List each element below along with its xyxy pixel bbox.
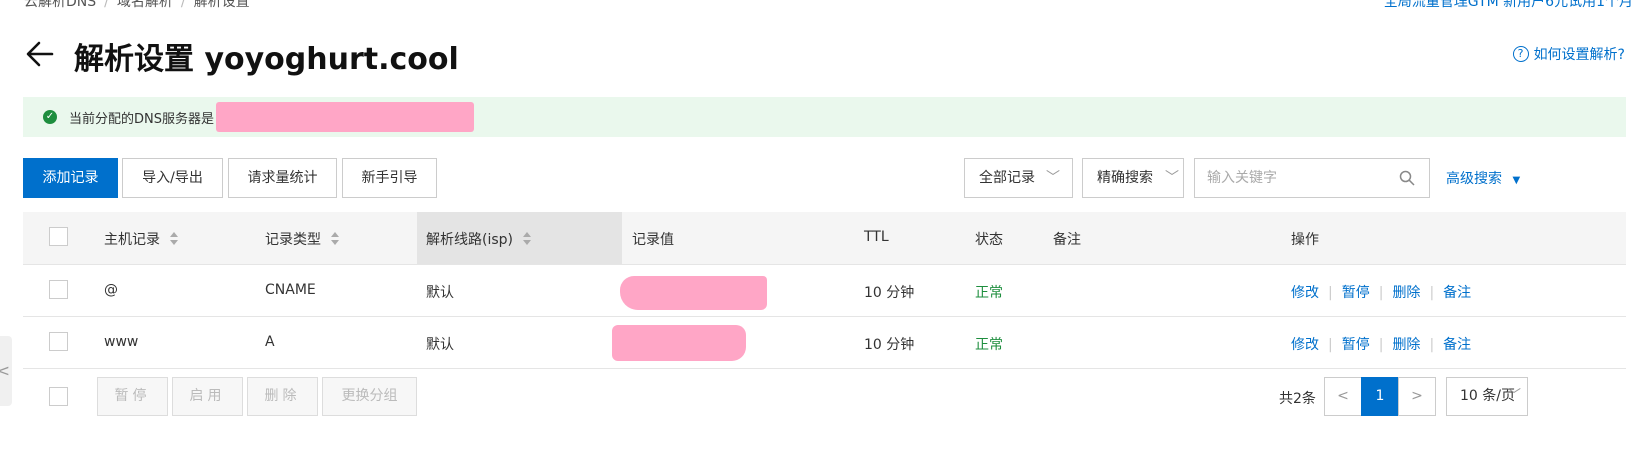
request-stats-button[interactable]: 请求量统计	[228, 158, 337, 198]
breadcrumb-item-current: 解析设置	[193, 0, 250, 10]
breadcrumb-separator: /	[104, 0, 109, 10]
column-header-type[interactable]: 记录类型	[265, 229, 339, 249]
delete-link[interactable]: 删除	[1392, 285, 1420, 301]
record-ttl: 10 分钟	[864, 285, 915, 301]
record-status: 正常	[975, 337, 1003, 353]
breadcrumb-item-domains[interactable]: 域名解析	[117, 0, 173, 10]
redacted-dns-servers	[216, 102, 474, 132]
page-button-current[interactable]: 1	[1361, 377, 1399, 416]
breadcrumb-separator: /	[180, 0, 186, 10]
edit-link[interactable]: 修改	[1291, 285, 1319, 301]
batch-change-group-button[interactable]: 更换分组	[322, 377, 417, 416]
batch-enable-button[interactable]: 启用	[172, 377, 243, 416]
column-header-line[interactable]: 解析线路(isp)	[426, 229, 531, 249]
delete-link[interactable]: 删除	[1392, 337, 1420, 353]
breadcrumb-item-dns[interactable]: 云解析DNS	[24, 0, 96, 10]
prev-page-button[interactable]: <	[1324, 377, 1362, 416]
search-mode-value: 精确搜索	[1097, 170, 1153, 186]
record-status: 正常	[975, 285, 1003, 301]
record-type: CNAME	[265, 282, 316, 298]
sort-icon[interactable]	[523, 232, 531, 246]
alert-text: 当前分配的DNS服务器是	[69, 111, 214, 127]
search-box	[1194, 158, 1430, 198]
check-circle-icon: ✓	[43, 110, 57, 124]
search-input[interactable]	[1195, 159, 1385, 197]
add-record-button[interactable]: 添加记录	[23, 158, 118, 198]
column-header-actions: 操作	[1291, 232, 1319, 248]
chevron-down-icon: ﹀	[1507, 388, 1521, 404]
total-count: 共2条	[1279, 391, 1316, 407]
pause-link[interactable]: 暂停	[1342, 285, 1370, 301]
record-line: 默认	[426, 285, 454, 301]
batch-delete-button[interactable]: 删除	[247, 377, 318, 416]
remark-link[interactable]: 备注	[1443, 285, 1471, 301]
chevron-left-icon: <	[0, 361, 10, 380]
row-divider	[23, 264, 1626, 265]
row-divider	[23, 368, 1626, 369]
record-filter-select[interactable]: 全部记录 ﹀	[964, 158, 1073, 198]
question-icon: ?	[1512, 46, 1529, 62]
column-header-status: 状态	[975, 232, 1003, 248]
record-filter-value: 全部记录	[979, 170, 1035, 186]
column-header-value: 记录值	[632, 232, 674, 248]
import-export-button[interactable]: 导入/导出	[122, 158, 223, 198]
record-line: 默认	[426, 337, 454, 353]
page-title: 解析设置 yoyoghurt.cool	[74, 42, 459, 77]
pause-link[interactable]: 暂停	[1342, 337, 1370, 353]
redacted-record-value	[620, 276, 767, 310]
beginner-guide-button[interactable]: 新手引导	[342, 158, 437, 198]
breadcrumb: 云解析DNS / 域名解析 / 解析设置	[24, 0, 250, 11]
promo-link[interactable]: 全局流量管理GTM 新用户6元试用1个月	[1384, 0, 1633, 11]
caret-down-icon: ▼	[1512, 175, 1521, 186]
edit-link[interactable]: 修改	[1291, 337, 1319, 353]
column-header-host[interactable]: 主机记录	[104, 229, 178, 249]
sort-icon[interactable]	[331, 232, 339, 246]
record-type: A	[265, 334, 275, 350]
row-actions: 修改 | 暂停 | 删除 | 备注	[1291, 337, 1472, 353]
chevron-down-icon: ﹀	[1165, 170, 1179, 186]
chevron-left-icon: <	[1337, 388, 1349, 404]
footer-select-all-checkbox[interactable]	[49, 387, 68, 406]
sort-icon[interactable]	[170, 232, 178, 246]
help-link[interactable]: ? 如何设置解析?	[1512, 44, 1625, 64]
remark-link[interactable]: 备注	[1443, 337, 1471, 353]
search-icon[interactable]	[1399, 170, 1415, 186]
next-page-button[interactable]: >	[1398, 377, 1436, 416]
record-ttl: 10 分钟	[864, 337, 915, 353]
row-actions: 修改 | 暂停 | 删除 | 备注	[1291, 285, 1472, 301]
column-header-remark: 备注	[1053, 232, 1081, 248]
redacted-record-value	[612, 325, 746, 361]
advanced-search-label: 高级搜索	[1446, 171, 1502, 187]
chevron-right-icon: >	[1411, 388, 1423, 404]
table-header	[23, 212, 1626, 264]
column-header-ttl: TTL	[864, 229, 889, 245]
dns-server-alert: ✓ 当前分配的DNS服务器是	[23, 97, 1626, 137]
batch-pause-button[interactable]: 暂停	[97, 377, 168, 416]
chevron-down-icon: ﹀	[1046, 170, 1060, 186]
record-host: www	[104, 334, 139, 350]
page-size-select[interactable]: 10 条/页 ﹀	[1446, 377, 1528, 416]
help-link-label: 如何设置解析?	[1533, 47, 1625, 63]
search-mode-select[interactable]: 精确搜索 ﹀	[1082, 158, 1184, 198]
collapse-handle[interactable]: <	[0, 336, 12, 406]
back-arrow-icon[interactable]	[24, 38, 56, 70]
select-all-checkbox[interactable]	[49, 227, 68, 246]
row-checkbox[interactable]	[49, 280, 68, 299]
row-divider	[23, 316, 1626, 317]
row-checkbox[interactable]	[49, 332, 68, 351]
record-host: @	[104, 282, 118, 298]
advanced-search-toggle[interactable]: 高级搜索 ▼	[1446, 168, 1520, 188]
